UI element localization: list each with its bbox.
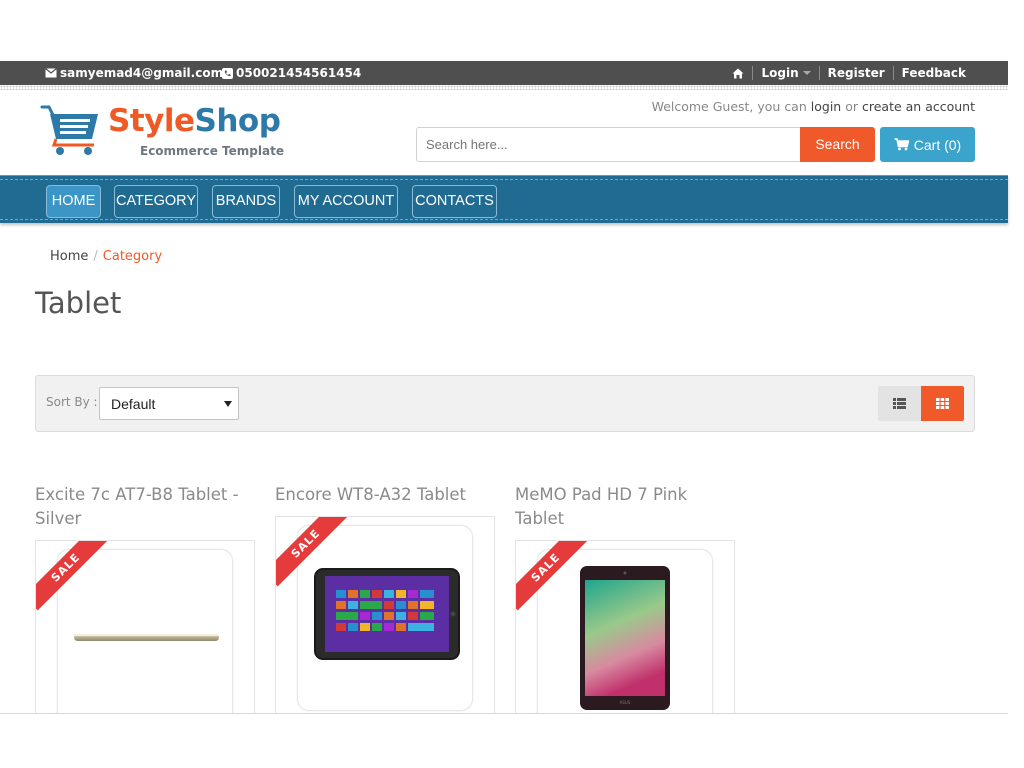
product-image-frame — [57, 549, 233, 714]
search-input[interactable] — [416, 127, 802, 162]
divider — [752, 66, 754, 80]
shopping-cart-logo-icon — [40, 105, 98, 155]
nav-home[interactable]: HOME — [46, 185, 101, 218]
grid-view-button[interactable] — [921, 386, 964, 421]
nav-contacts[interactable]: CONTACTS — [412, 185, 497, 218]
top-bar: samyemad4@gmail.com 050021454561454 Logi… — [0, 61, 1008, 85]
nav-brands[interactable]: BRANDS — [212, 185, 280, 218]
contact-phone[interactable]: 050021454561454 — [222, 66, 361, 80]
sort-toolbar: Sort By : Default — [35, 375, 975, 432]
product-card[interactable]: SALE — [35, 540, 255, 715]
main-nav: HOME CATEGORY BRANDS MY ACCOUNT CONTACTS — [0, 175, 1008, 223]
phone-text: 050021454561454 — [236, 66, 362, 80]
breadcrumb: Home / Category — [50, 249, 162, 264]
login-link[interactable]: login — [811, 99, 841, 114]
cart-button[interactable]: Cart (0) — [880, 127, 975, 162]
cart-icon — [894, 138, 909, 151]
site-logo[interactable]: StyleShop Ecommerce Template — [40, 101, 290, 161]
home-link[interactable] — [732, 68, 744, 79]
chevron-down-icon — [802, 71, 811, 75]
login-dropdown[interactable]: Login — [761, 66, 811, 80]
email-text: samyemad4@gmail.com — [60, 66, 224, 80]
nav-category[interactable]: CATEGORY — [114, 185, 198, 218]
nav-my-account[interactable]: MY ACCOUNT — [294, 185, 398, 218]
sort-selected-value: Default — [111, 396, 156, 412]
page-title: Tablet — [35, 286, 122, 320]
product-card[interactable]: SALE — [275, 516, 495, 715]
product-title[interactable]: Excite 7c AT7-B8 Tablet - Silver — [35, 483, 255, 531]
product-image: ASUS — [580, 566, 670, 710]
sort-select[interactable]: Default — [99, 387, 239, 420]
list-icon — [893, 398, 906, 409]
breadcrumb-current: Category — [102, 249, 163, 264]
divider — [892, 66, 894, 80]
cart-label: Cart (0) — [913, 136, 962, 153]
product-image — [74, 634, 219, 641]
logo-text: StyleShop — [108, 103, 281, 139]
product-image-frame: ASUS — [537, 549, 713, 714]
breadcrumb-home[interactable]: Home — [50, 249, 88, 264]
svg-text:ASUS: ASUS — [620, 700, 631, 705]
search-button[interactable]: Search — [800, 127, 875, 162]
welcome-message: Welcome Guest, you can login or create a… — [651, 99, 975, 114]
product-card[interactable]: SALE ASUS — [515, 540, 735, 715]
product-image-frame — [297, 525, 473, 711]
contact-email[interactable]: samyemad4@gmail.com — [45, 66, 223, 80]
list-view-button[interactable] — [878, 386, 921, 421]
account-links: Login Register Feedback — [732, 61, 966, 85]
phone-icon — [222, 67, 233, 79]
product-title[interactable]: MeMO Pad HD 7 Pink Tablet — [515, 483, 735, 531]
breadcrumb-divider: / — [93, 249, 98, 264]
chevron-down-icon — [224, 401, 232, 407]
feedback-link[interactable]: Feedback — [902, 66, 966, 80]
register-link[interactable]: Register — [828, 66, 885, 80]
sort-label: Sort By : — [46, 395, 98, 409]
login-label: Login — [761, 66, 799, 80]
grid-icon — [936, 398, 949, 409]
page: samyemad4@gmail.com 050021454561454 Logi… — [0, 0, 1024, 768]
create-account-link[interactable]: create an account — [862, 99, 975, 114]
bottom-bar — [0, 713, 1008, 768]
product-title[interactable]: Encore WT8-A32 Tablet — [275, 483, 495, 507]
product-image — [314, 568, 460, 660]
logo-tagline: Ecommerce Template — [140, 144, 284, 158]
envelope-icon — [45, 68, 57, 78]
dotted-divider — [0, 85, 1008, 90]
home-icon — [732, 68, 744, 78]
divider — [818, 66, 820, 80]
